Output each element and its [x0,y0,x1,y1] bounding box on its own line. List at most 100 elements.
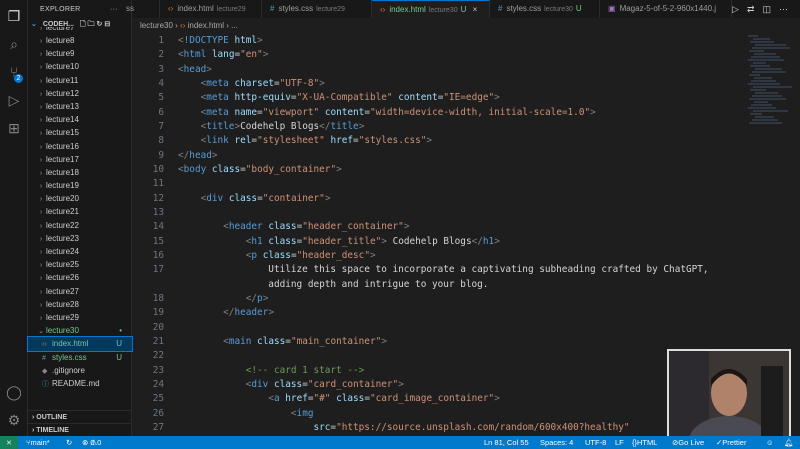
code-text: Utilize this space to incorporate a capt… [178,264,709,276]
line-ending[interactable]: LF [615,436,624,449]
tab-styles-css[interactable]: # styles.css lecture30 U [490,0,600,18]
outline-section[interactable]: › OUTLINE [28,410,132,423]
more-actions-icon[interactable]: ⋯ [779,4,796,14]
code-line[interactable]: 21 <main class="main_container"> [132,335,742,349]
breadcrumb-symbol[interactable]: ... [231,21,238,30]
file-tree-item[interactable]: › lecture19 [28,179,132,192]
remote-indicator-icon[interactable]: ⨯ [0,436,18,449]
file-tree-item[interactable]: › lecture16 [28,140,132,153]
code-line[interactable]: 18 </p> [132,292,742,306]
code-line[interactable]: 15 <h1 class="header_title"> Codehelp Bl… [132,235,742,249]
code-line[interactable]: 19 </header> [132,306,742,320]
file-tree-item[interactable]: ◆ .gitignore [28,364,132,377]
explorer-icon[interactable]: ❐ [6,8,22,24]
code-line[interactable]: adding depth and intrigue to your blog. [132,278,742,292]
code-line[interactable]: 9 </head> [132,149,742,163]
breadcrumb-file[interactable]: index.html [188,21,224,30]
prettier-label: Prettier [722,438,747,447]
file-tree-item[interactable]: › lecture11 [28,74,132,87]
encoding[interactable]: UTF-8 [585,436,606,449]
notifications-icon[interactable]: 🔔︎ [784,436,794,449]
language-mode[interactable]: {} HTML [632,436,657,449]
code-line[interactable]: 5 <meta http-equiv="X-UA-Compatible" con… [132,91,742,105]
indentation[interactable]: Spaces: 4 [540,436,573,449]
code-text: <title>Codehelp Blogs</title> [200,120,365,132]
file-tree-item[interactable]: › lecture28 [28,298,132,311]
code-line[interactable]: 22 [132,349,742,363]
code-line[interactable]: 27 src="https://source.unsplash.com/rand… [132,421,742,435]
code-line[interactable]: 11 [132,177,742,191]
explorer-more-button[interactable]: ··· [110,0,118,20]
code-line[interactable]: 12 <div class="container"> [132,192,742,206]
code-line[interactable]: 24 <div class="card_container"> [132,378,742,392]
file-tree-item[interactable]: › lecture10 [28,60,132,73]
problems-indicator[interactable]: ⊗ 0 ⚠ 0 [82,436,101,449]
file-tree-item[interactable]: › lecture27 [28,285,132,298]
code-line[interactable]: 2 <html lang="en"> [132,48,742,62]
code-line[interactable]: 3 <head> [132,63,742,77]
file-tree-item[interactable]: › lecture17 [28,153,132,166]
timeline-section[interactable]: › TIMELINE [28,423,132,436]
file-tree-item[interactable]: › lecture18 [28,166,132,179]
tab-magaz-5-of-5-2-960x1440-j[interactable]: ▣ Magaz-5-of-5-2-960x1440.j [600,0,732,18]
code-line[interactable]: 17 Utilize this space to incorporate a c… [132,263,742,277]
file-tree-item[interactable]: › lecture21 [28,205,132,218]
code-line[interactable]: 4 <meta charset="UTF-8"> [132,77,742,91]
minimap-line [750,113,762,115]
file-tree-item[interactable]: › lecture12 [28,87,132,100]
go-live-button[interactable]: ⊘ Go Live [672,436,704,449]
code-line[interactable]: 8 <link rel="stylesheet" href="styles.cs… [132,134,742,148]
split-editor-icon[interactable]: ◫ [762,4,779,14]
file-tree-item[interactable]: › lecture25 [28,258,132,271]
feedback-icon[interactable]: ☺ [766,436,774,449]
file-tree-item[interactable]: › lecture7 [28,27,132,34]
file-tree-item[interactable]: ‹› index.html U [27,336,133,352]
file-tree-item[interactable]: ⌄ lecture30 • [28,324,132,337]
code-line[interactable]: 7 <title>Codehelp Blogs</title> [132,120,742,134]
minimap-line [755,116,774,118]
tab-index-html[interactable]: ‹› index.html lecture29 [160,0,262,18]
code-line[interactable]: 16 <p class="header_desc"> [132,249,742,263]
breadcrumb-folder[interactable]: lecture30 [140,21,173,30]
file-tree-item[interactable]: › lecture26 [28,271,132,284]
file-tree-item[interactable]: › lecture8 [28,34,132,47]
tab-styles-css[interactable]: # styles.css lecture29 [262,0,372,18]
breadcrumb: lecture30 › ‹› index.html › ... [140,21,238,30]
sync-icon[interactable]: ↻ [66,436,72,449]
code-line[interactable]: 23 <!-- card 1 start --> [132,364,742,378]
file-tree-item[interactable]: › lecture14 [28,113,132,126]
file-tree-item[interactable]: # styles.css U [28,351,132,364]
file-tree-item[interactable]: › lecture15 [28,126,132,139]
code-line[interactable]: 13 [132,206,742,220]
extensions-icon[interactable]: ⊞ [6,120,22,136]
code-line[interactable]: 26 <img [132,407,742,421]
file-tree-item[interactable]: ⓘ README.md [28,377,132,390]
code-line[interactable]: 1 <!DOCTYPE html> [132,34,742,48]
close-tab-icon[interactable]: × [473,5,478,14]
prettier-button[interactable]: ✓ Prettier [716,436,746,449]
file-tree-item[interactable]: › lecture9 [28,47,132,60]
compare-icon[interactable]: ⇄ [747,4,763,14]
run-icon[interactable]: ▷ [732,4,747,14]
file-tree-item[interactable]: › lecture24 [28,245,132,258]
branch-indicator[interactable]: ⑂ main* [26,436,50,449]
settings-gear-icon[interactable]: ⚙ [6,412,22,428]
code-line[interactable]: 6 <meta name="viewport" content="width=d… [132,106,742,120]
code-editor[interactable]: 1 <!DOCTYPE html> 2 <html lang="en"> 3 <head>… [132,34,742,435]
cursor-position[interactable]: Ln 81, Col 55 [484,436,529,449]
file-tree-item[interactable]: › lecture20 [28,192,132,205]
minimap[interactable] [748,34,792,134]
account-icon[interactable]: ◯ [6,384,22,400]
search-icon[interactable]: ⌕ [6,36,22,52]
code-line[interactable]: 20 [132,321,742,335]
tab-ss[interactable]: ss [118,0,160,18]
file-tree-item[interactable]: › lecture29 [28,311,132,324]
code-line[interactable]: 25 <a href="#" class="card_image_contain… [132,392,742,406]
file-tree-item[interactable]: › lecture22 [28,219,132,232]
file-tree-item[interactable]: › lecture23 [28,232,132,245]
run-debug-icon[interactable]: ▷ [6,92,22,108]
code-line[interactable]: 14 <header class="header_container"> [132,220,742,234]
code-line[interactable]: 10 <body class="body_container"> [132,163,742,177]
file-tree-item[interactable]: › lecture13 [28,100,132,113]
tab-index-html[interactable]: ‹› index.html lecture30 U × [372,0,490,18]
